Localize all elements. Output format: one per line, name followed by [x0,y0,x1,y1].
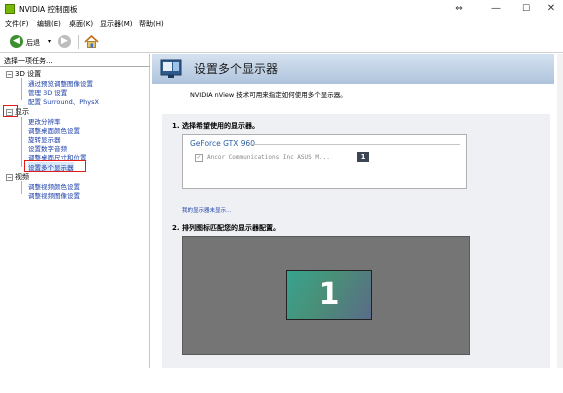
category-label: 3D 设置 [15,70,42,78]
intro-description: NVIDIA nView 技术可用来指定如何使用多个显示器。 [190,91,347,99]
tree-connector [21,117,22,167]
monitor-number-badge: 1 [357,152,369,162]
step-2-heading: 2. 排列图标匹配您的显示器配置。 [172,224,280,232]
category-video[interactable]: − 视频 [6,172,29,182]
window-title: NVIDIA 控制面板 [19,5,78,14]
sidebar-item-configure-surround-physx[interactable]: 配置 Surround、PhysX [28,96,99,106]
menu-display[interactable]: 显示器(M) [100,19,133,29]
display-arrangement-area: 1 [182,236,470,355]
forward-arrow-icon[interactable]: ▶ [58,35,71,48]
tree-connector [21,181,22,194]
selected-item-highlight [24,160,86,172]
resize-icon[interactable]: ⇔ [448,2,470,16]
multiple-displays-icon [160,59,182,78]
task-sidebar: 选择一项任务... −3D 设置 通过预览调整图像设置 管理 3D 设置 配置 … [0,54,150,368]
task-header-divider [0,66,150,67]
monitor-checkbox[interactable]: ✓ [195,154,203,162]
content-scrollbar[interactable] [557,54,563,368]
display-category-highlight [3,105,18,117]
collapse-icon[interactable]: − [6,70,13,78]
maximize-button[interactable]: ☐ [515,2,537,16]
collapse-icon[interactable]: − [6,173,13,181]
home-icon[interactable] [84,34,99,49]
sidebar-item-video-image-settings[interactable]: 调整视频图像设置 [28,190,80,200]
display-selection-list: GeForce GTX 960 ✓ Ancor Communications I… [182,134,467,189]
back-arrow-icon[interactable]: ◀ [10,35,23,48]
nvidia-logo-icon [5,4,15,14]
menu-edit[interactable]: 编辑(E) [37,19,61,29]
content-pane: 设置多个显示器 NVIDIA nView 技术可用来指定如何使用多个显示器。 1… [152,54,560,368]
category-label: 视频 [15,173,29,181]
tree-connector [21,78,22,100]
gpu-divider [248,144,460,145]
menu-desktop[interactable]: 桌面(K) [69,19,93,29]
toolbar-divider [78,35,79,49]
monitor-name: Ancor Communications Inc ASUS M... [207,154,330,161]
task-panel-header: 选择一项任务... [4,57,53,65]
page-title: 设置多个显示器 [194,62,279,76]
title-bar: NVIDIA 控制面板 ⇔ — ☐ ✕ [0,0,563,18]
step-1-heading: 1. 选择希望使用的显示器。 [172,122,259,130]
chevron-down-icon[interactable]: ▾ [48,38,51,45]
menu-file[interactable]: 文件(F) [5,19,29,29]
gpu-name: GeForce GTX 960 [190,139,256,148]
minimize-button[interactable]: — [485,2,507,16]
back-button-label[interactable]: 后退 [26,38,40,48]
close-button[interactable]: ✕ [540,2,562,16]
menu-help[interactable]: 帮助(H) [139,19,164,29]
monitor-tile[interactable]: 1 [286,270,372,320]
toolbar: ◀ 后退 ▾ ▶ [0,31,563,53]
page-header: 设置多个显示器 [152,54,554,84]
nvidia-control-panel-window: NVIDIA 控制面板 ⇔ — ☐ ✕ 文件(F) 编辑(E) 桌面(K) 显示… [0,0,563,393]
menu-bar: 文件(F) 编辑(E) 桌面(K) 显示器(M) 帮助(H) [0,18,563,30]
display-not-shown-link[interactable]: 我的显示器未显示... [182,206,231,214]
